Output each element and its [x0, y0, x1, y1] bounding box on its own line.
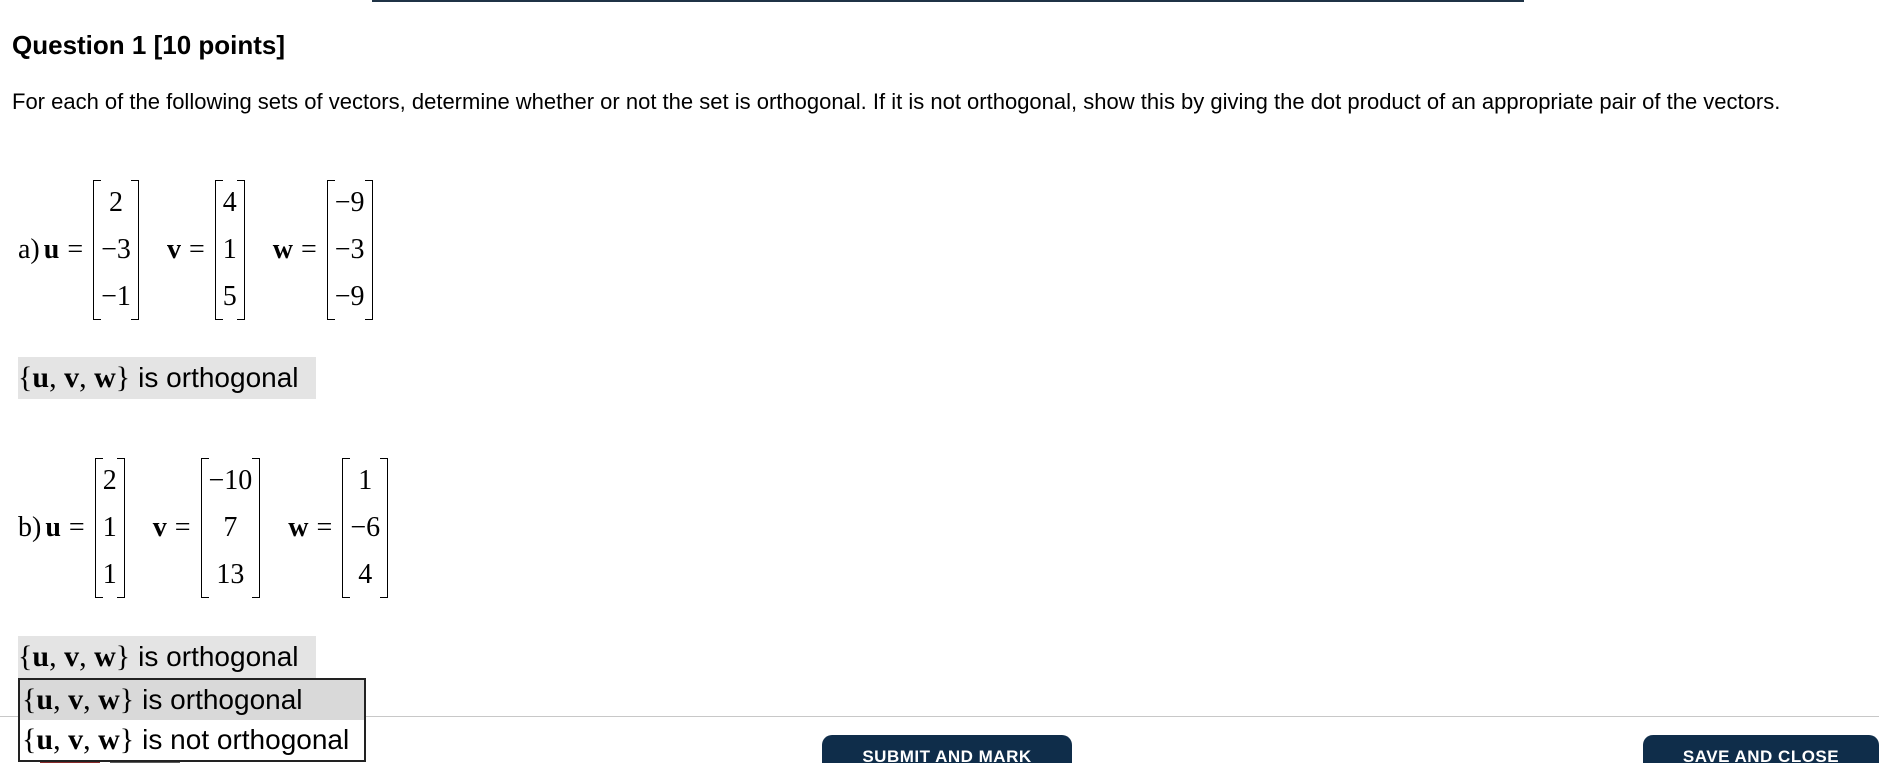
- vector-name: v: [166, 234, 181, 265]
- vector-name: v: [152, 512, 167, 543]
- vector-w-matrix: 1 −6 4: [342, 458, 388, 598]
- matrix-entry: 4: [222, 187, 237, 218]
- top-divider: [372, 0, 1524, 2]
- vector-name: u: [45, 512, 61, 543]
- question-title: Question 1 [10 points]: [12, 30, 286, 60]
- matrix-entry: −9: [334, 281, 365, 312]
- matrix-entry: 5: [222, 281, 237, 312]
- answer-text: is orthogonal: [138, 641, 299, 672]
- vector-v-matrix: −10 7 13: [200, 458, 261, 598]
- part-b-equation: b) u = 2 1 1 v = −10 7 13 w = 1 −6 4: [18, 456, 388, 600]
- matrix-entry: −6: [350, 512, 381, 543]
- set-notation: {u, v, w}: [22, 683, 135, 716]
- part-b-answer-select[interactable]: {u, v, w} is orthogonal: [18, 636, 316, 678]
- dropdown-option-not-orthogonal[interactable]: {u, v, w} is not orthogonal: [20, 720, 364, 760]
- vector-u-matrix: 2 1 1: [94, 458, 125, 598]
- matrix-entry: 1: [358, 465, 373, 496]
- vector-v-matrix: 4 1 5: [214, 180, 245, 320]
- equals-sign: =: [174, 512, 191, 543]
- set-notation: {u, v, w}: [22, 723, 135, 756]
- part-label: a): [18, 234, 40, 265]
- vector-name: w: [288, 512, 309, 543]
- set-notation: {u, v, w}: [18, 361, 131, 394]
- matrix-entry: −10: [208, 465, 253, 496]
- vector-w-matrix: −9 −3 −9: [326, 180, 373, 320]
- equals-sign: =: [68, 512, 85, 543]
- matrix-entry: −3: [334, 234, 365, 265]
- save-and-close-button[interactable]: SAVE AND CLOSE: [1643, 735, 1879, 763]
- equals-sign: =: [188, 234, 205, 265]
- option-text: is orthogonal: [142, 684, 303, 715]
- answer-text: is orthogonal: [138, 362, 299, 393]
- question-text: For each of the following sets of vector…: [12, 89, 1781, 114]
- matrix-entry: 7: [223, 512, 238, 543]
- part-label: b): [18, 512, 42, 543]
- option-text: is not orthogonal: [142, 724, 350, 755]
- matrix-entry: 2: [102, 465, 117, 496]
- dropdown-option-orthogonal[interactable]: {u, v, w} is orthogonal: [20, 680, 364, 720]
- equals-sign: =: [316, 512, 333, 543]
- matrix-entry: −3: [101, 234, 131, 265]
- matrix-entry: 2: [109, 187, 124, 218]
- part-a-equation: a) u = 2 −3 −1 v = 4 1 5 w = −9 −3 −9: [18, 178, 373, 322]
- matrix-entry: 13: [216, 559, 245, 590]
- matrix-entry: −9: [334, 187, 365, 218]
- vector-name: w: [272, 234, 293, 265]
- matrix-entry: 1: [102, 512, 117, 543]
- matrix-entry: 4: [358, 559, 373, 590]
- matrix-entry: −1: [101, 281, 131, 312]
- part-a-answer-select[interactable]: {u, v, w} is orthogonal: [18, 357, 316, 399]
- answer-dropdown-list: {u, v, w} is orthogonal {u, v, w} is not…: [18, 678, 366, 762]
- set-notation: {u, v, w}: [18, 640, 131, 673]
- equals-sign: =: [300, 234, 317, 265]
- submit-and-mark-button[interactable]: SUBMIT AND MARK: [822, 735, 1072, 763]
- matrix-entry: 1: [102, 559, 117, 590]
- vector-u-matrix: 2 −3 −1: [93, 180, 139, 320]
- equals-sign: =: [67, 234, 84, 265]
- matrix-entry: 1: [222, 234, 237, 265]
- vector-name: u: [43, 234, 60, 265]
